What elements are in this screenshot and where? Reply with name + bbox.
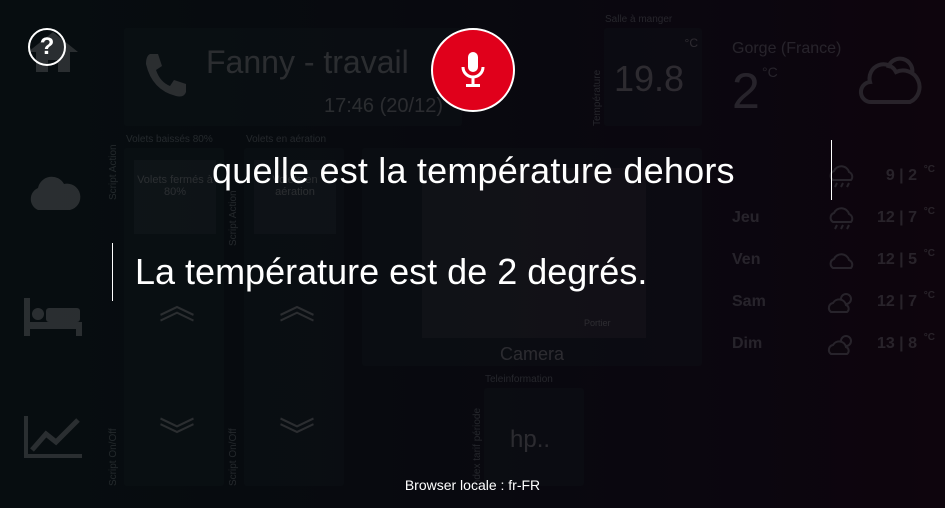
voice-answer: La température est de 2 degrés. — [135, 251, 648, 292]
mic-button[interactable] — [431, 28, 515, 112]
help-button[interactable]: ? — [28, 28, 66, 66]
query-cursor — [831, 140, 832, 200]
voice-query: quelle est la température dehors — [212, 150, 735, 191]
answer-bar — [112, 243, 113, 301]
browser-locale: Browser locale : fr-FR — [404, 477, 541, 493]
microphone-icon — [461, 52, 485, 87]
